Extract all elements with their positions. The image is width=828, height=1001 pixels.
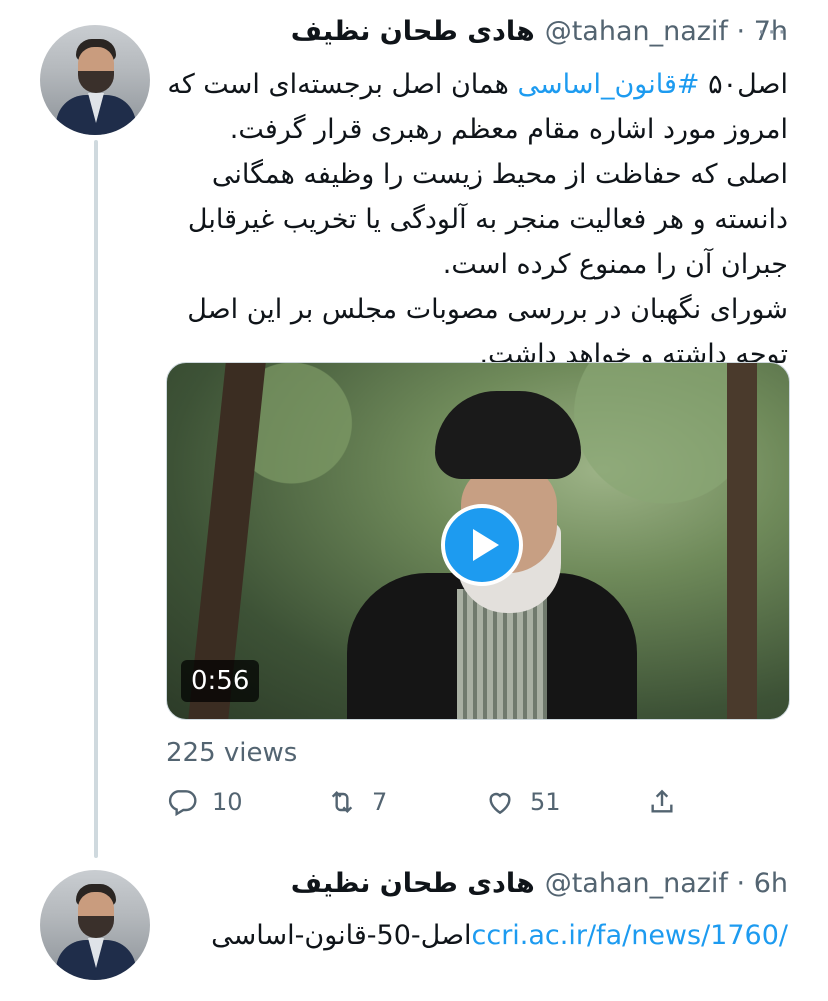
- share-button[interactable]: [646, 786, 692, 818]
- timestamp[interactable]: 6h: [754, 868, 788, 899]
- share-icon: [651, 789, 673, 813]
- video-player[interactable]: 0:56: [166, 362, 790, 720]
- reply-button[interactable]: 10: [166, 786, 243, 818]
- like-count: 51: [530, 788, 561, 816]
- retweet-count: 7: [372, 788, 388, 816]
- more-icon[interactable]: ···: [757, 18, 788, 48]
- handle[interactable]: @tahan_nazif: [545, 868, 728, 899]
- thread-line: [94, 140, 98, 858]
- tweet-body: ccri.ac.ir/fa/news/1760/اصل-50-قانون-اسا…: [166, 914, 788, 958]
- display-name[interactable]: هادی طحان نظیف: [291, 16, 535, 47]
- tweet-text-line2: اصلی که حفاظت از محیط زیست را وظیفه همگا…: [187, 159, 788, 280]
- like-button[interactable]: 51: [484, 786, 561, 818]
- display-name[interactable]: هادی طحان نظیف: [291, 868, 535, 899]
- video-duration: 0:56: [181, 660, 260, 702]
- url-link[interactable]: ccri.ac.ir/fa/news/1760/: [472, 920, 788, 951]
- tweet-header: هادی طحان نظیف @tahan_nazif · 7h: [291, 16, 788, 47]
- handle[interactable]: @tahan_nazif: [545, 16, 728, 47]
- url-link-tail[interactable]: اصل-50-قانون-اساسی: [211, 920, 471, 951]
- avatar[interactable]: [40, 870, 150, 980]
- tweet-header: هادی طحان نظیف @tahan_nazif · 6h: [291, 868, 788, 899]
- dot-separator: ·: [727, 16, 754, 47]
- tweet-body: اصل۵۰ #قانون_اساسی همان اصل برجسته‌ای اس…: [166, 62, 788, 377]
- reply-icon: [168, 790, 197, 817]
- tweet-text-prefix: اصل۵۰: [699, 69, 788, 100]
- reply-count: 10: [212, 788, 243, 816]
- retweet-button[interactable]: 7: [326, 786, 387, 818]
- like-icon: [489, 792, 511, 815]
- retweet-icon: [331, 790, 353, 814]
- avatar[interactable]: [40, 25, 150, 135]
- view-count: 225 views: [166, 738, 298, 768]
- play-icon[interactable]: [441, 504, 523, 586]
- dot-separator: ·: [727, 868, 754, 899]
- hashtag-link[interactable]: #قانون_اساسی: [517, 69, 699, 100]
- tweet-actions: 10 7 51: [166, 786, 788, 826]
